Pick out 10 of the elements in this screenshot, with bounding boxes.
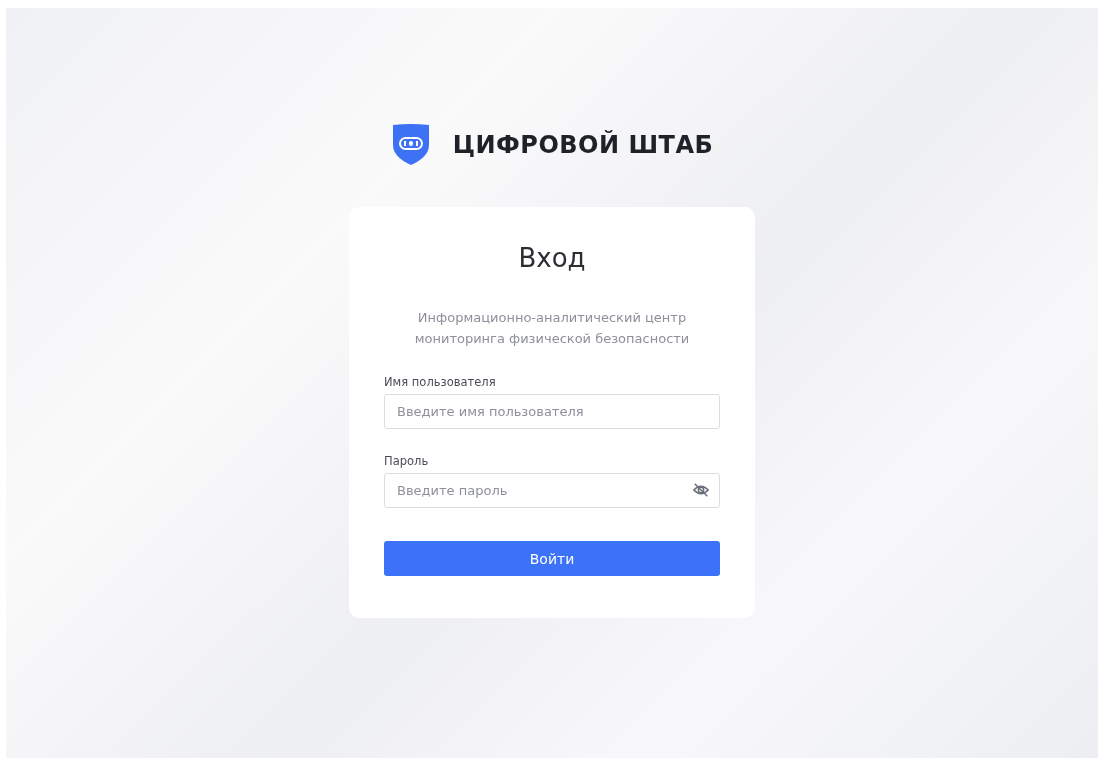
brand-name: ЦИФРОВОЙ ШТАБ: [452, 131, 714, 159]
login-title: Вход: [518, 243, 586, 273]
field-label: Пароль: [384, 454, 429, 468]
shield-logo-icon: [390, 123, 431, 167]
login-subtitle: Информационно-аналитический центр мониторинга физической безопасности: [413, 309, 691, 348]
login-button[interactable]: Войти: [384, 541, 720, 576]
eye-slash-icon[interactable]: [692, 481, 710, 499]
field-label: Имя пользователя: [384, 375, 496, 389]
password-field[interactable]: Введите пароль: [384, 473, 720, 508]
username-field[interactable]: Введите имя пользователя: [384, 394, 720, 429]
